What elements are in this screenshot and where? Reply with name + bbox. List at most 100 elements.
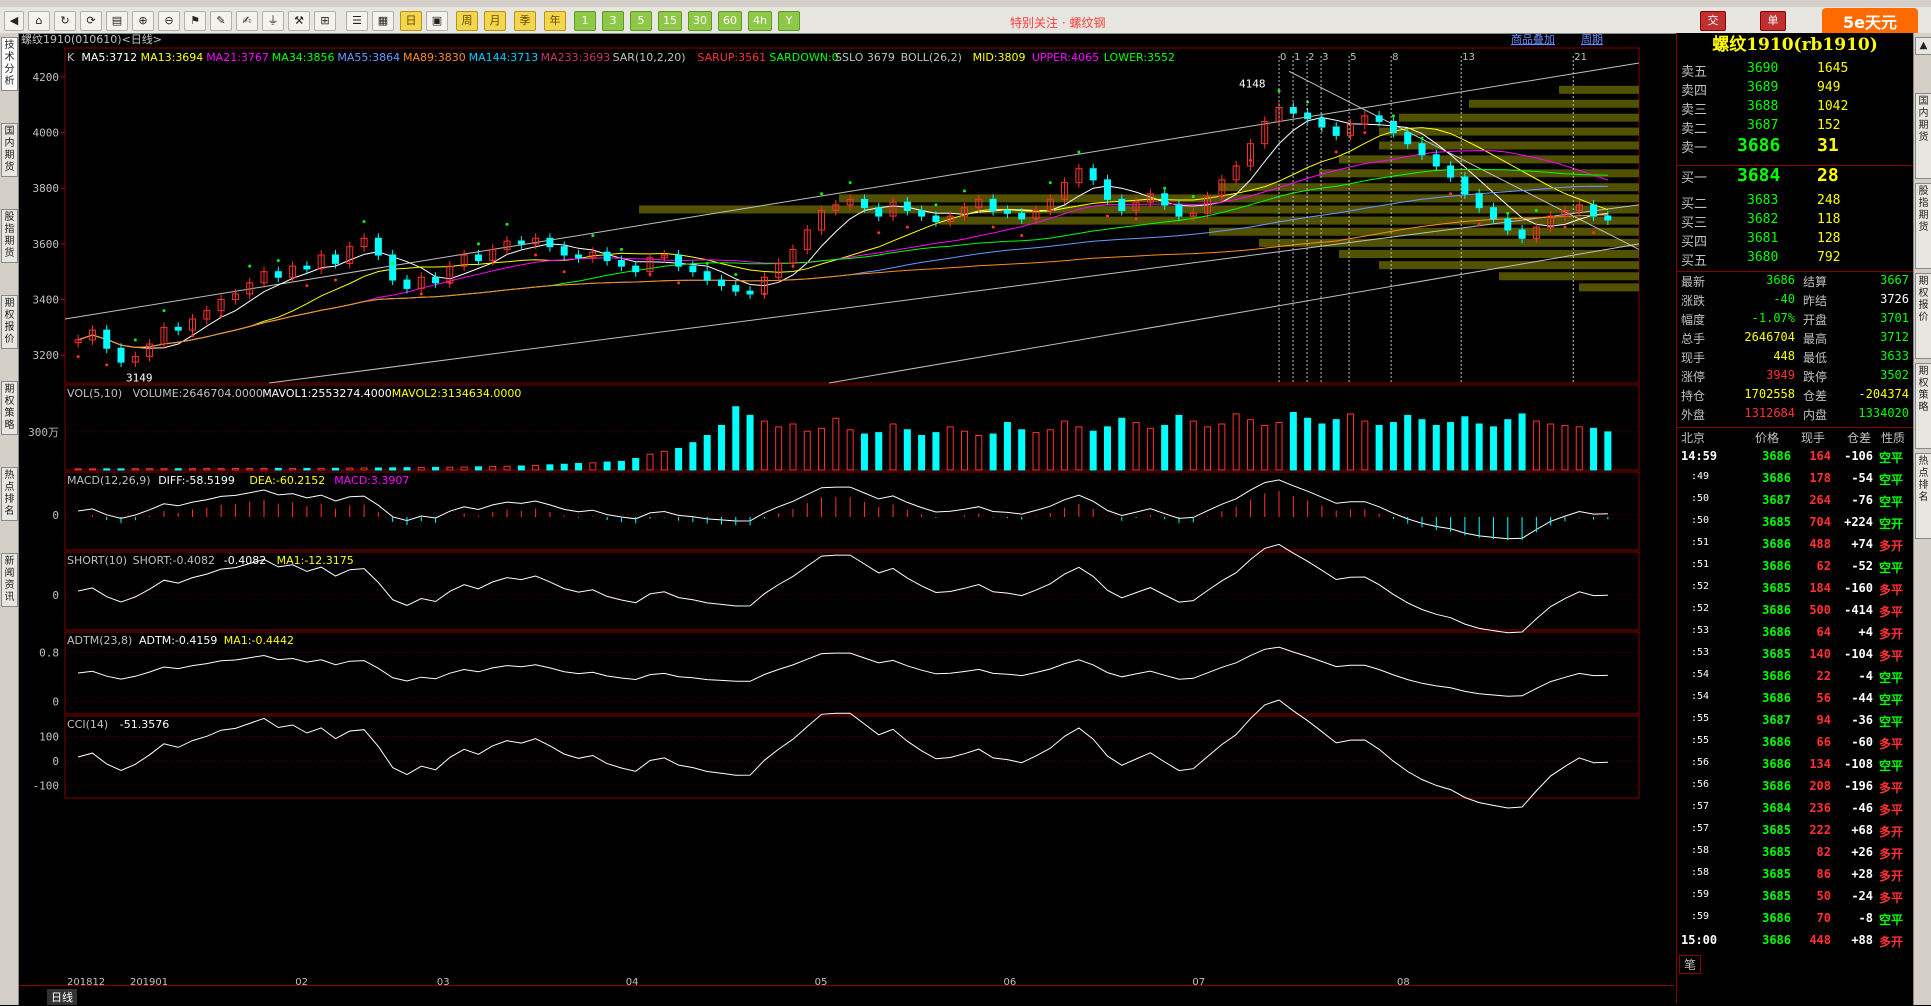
tick-row-6[interactable]: :52 3685 184 -160 多平: [1677, 581, 1913, 603]
home-icon[interactable]: ⌂: [28, 11, 50, 31]
period-week[interactable]: 周: [456, 11, 478, 31]
tick-row-16[interactable]: :57 3684 236 -46 多平: [1677, 801, 1913, 823]
tick-row-2[interactable]: :50 3687 264 -76 空平: [1677, 493, 1913, 515]
tick-row-15[interactable]: :56 3686 208 -196 多平: [1677, 779, 1913, 801]
flag-icon[interactable]: ⚑: [184, 11, 206, 31]
tab-hot-ranking[interactable]: 热点排名: [1, 467, 18, 521]
order-button[interactable]: 单: [1760, 11, 1786, 31]
buy-row-1[interactable]: 买二 3683 248: [1677, 193, 1913, 212]
period-1min[interactable]: 1: [574, 11, 596, 31]
tick-row-19[interactable]: :58 3685 86 +28 多开: [1677, 867, 1913, 889]
period-day-selected[interactable]: ▣: [426, 11, 448, 31]
sell-row-1[interactable]: 卖四 3689 949: [1677, 80, 1913, 99]
tick-row-8[interactable]: :53 3686 64 +4 多开: [1677, 625, 1913, 647]
sell-row-3[interactable]: 卖二 3687 152: [1677, 118, 1913, 137]
tick-row-9[interactable]: :53 3685 140 -104 多平: [1677, 647, 1913, 669]
tick-row-3[interactable]: :50 3685 704 +224 空开: [1677, 515, 1913, 537]
tick-diff: -8: [1858, 911, 1873, 925]
sub-short-label-1: SHORT:-0.4082: [133, 554, 215, 567]
tab-options-strategy[interactable]: 期权策略: [1, 381, 18, 435]
candle-body-2: [103, 329, 111, 349]
book-price: 3686: [1737, 135, 1781, 156]
tick-diff: -52: [1851, 559, 1873, 573]
chart-icon[interactable]: ▤: [106, 11, 128, 31]
buy-row-0[interactable]: 买一 3684 28: [1677, 165, 1913, 186]
tab-ticks[interactable]: 笔: [1679, 955, 1702, 974]
tick-row-14[interactable]: :56 3686 134 -108 空平: [1677, 757, 1913, 779]
tick-row-7[interactable]: :52 3686 500 -414 多平: [1677, 603, 1913, 625]
tick-volume: 140: [1809, 647, 1831, 661]
buy-row-2[interactable]: 买三 3682 118: [1677, 212, 1913, 231]
buy-sell-button[interactable]: 交: [1700, 11, 1726, 31]
tab-domestic-futures[interactable]: 国内期货: [1, 123, 18, 177]
tab-right-5[interactable]: 期权策略: [1915, 363, 1931, 449]
period-4h[interactable]: 4h: [748, 11, 772, 31]
period-year[interactable]: 年: [544, 11, 566, 31]
tab-right-3[interactable]: 股指期货: [1915, 183, 1931, 269]
list-icon[interactable]: ☰: [346, 11, 368, 31]
pencil-icon[interactable]: ✎: [210, 11, 232, 31]
stat-label: 开盘: [1803, 313, 1828, 327]
volume-bar-100: [1504, 419, 1512, 471]
tick-row-1[interactable]: :49 3686 178 -54 空平: [1677, 471, 1913, 493]
tab-technical-analysis[interactable]: 技术分析: [1, 37, 18, 91]
tick-row-17[interactable]: :57 3685 222 +68 多开: [1677, 823, 1913, 845]
refresh-icon[interactable]: ↻: [54, 11, 76, 31]
tick-row-21[interactable]: :59 3686 70 -8 空平: [1677, 911, 1913, 933]
tick-nature: 空平: [1879, 473, 1904, 487]
tick-header-volume: 现手: [1801, 431, 1826, 445]
tick-row-4[interactable]: :51 3686 488 +74 多开: [1677, 537, 1913, 559]
sar-dot-42: [677, 281, 681, 285]
tool-icon[interactable]: ⚒: [288, 11, 310, 31]
period-label[interactable]: 日线: [47, 989, 77, 1005]
zoom-in-icon[interactable]: ⊕: [132, 11, 154, 31]
buy-row-3[interactable]: 买四 3681 128: [1677, 231, 1913, 250]
tab-right-6[interactable]: 热点排名: [1915, 453, 1931, 539]
tick-row-20[interactable]: :59 3685 50 -24 多平: [1677, 889, 1913, 911]
stats-separator: [1677, 271, 1913, 272]
back-arrow-icon[interactable]: ◀: [4, 11, 24, 31]
sync-icon[interactable]: ⟳: [80, 11, 102, 31]
stat-label: 内盘: [1803, 408, 1828, 422]
tick-row-10[interactable]: :54 3686 22 -4 空平: [1677, 669, 1913, 691]
tick-row-11[interactable]: :54 3686 56 -44 空平: [1677, 691, 1913, 713]
grid-icon[interactable]: ⊞: [314, 11, 336, 31]
tick-row-13[interactable]: :55 3686 66 -60 多平: [1677, 735, 1913, 757]
period-15min[interactable]: 15: [658, 11, 682, 31]
tick-row-0[interactable]: 14:59 3686 164 -106 空平: [1677, 449, 1913, 471]
sell-row-4[interactable]: 卖一 3686 31: [1677, 135, 1913, 156]
period-quarter[interactable]: 季: [514, 11, 536, 31]
tick-row-5[interactable]: :51 3686 62 -52 空平: [1677, 559, 1913, 581]
trend-line-mid: [268, 204, 1640, 384]
x-tick-label-0: 201812: [67, 977, 105, 985]
trend-line-lower: [828, 243, 1640, 384]
sell-row-0[interactable]: 卖五 3690 1645: [1677, 61, 1913, 80]
tick-row-18[interactable]: :58 3685 82 +26 多开: [1677, 845, 1913, 867]
buy-row-4[interactable]: 买五 3680 792: [1677, 250, 1913, 269]
period-30min[interactable]: 30: [688, 11, 712, 31]
ticker-text[interactable]: 特别关注 · 螺纹钢: [1010, 14, 1105, 31]
period-60min[interactable]: 60: [718, 11, 742, 31]
period-month[interactable]: 月: [484, 11, 506, 31]
candle-body-45: [717, 279, 725, 287]
book-volume: 248: [1817, 193, 1841, 208]
table-icon[interactable]: ▦: [372, 11, 394, 31]
tick-row-22[interactable]: 15:00 3686 448 +88 多开: [1677, 933, 1913, 955]
tab-right-2[interactable]: 国内期货: [1915, 93, 1931, 179]
tab-news[interactable]: 新闻资讯: [1, 553, 18, 607]
edit-icon[interactable]: ✍: [236, 11, 258, 31]
tab-right-4[interactable]: 期权报价: [1915, 273, 1931, 359]
period-5min[interactable]: 5: [630, 11, 652, 31]
volume-bar-74: [1132, 422, 1140, 471]
zoom-out-icon[interactable]: ⊖: [158, 11, 180, 31]
sell-row-2[interactable]: 卖三 3688 1042: [1677, 99, 1913, 118]
tick-row-12[interactable]: :55 3687 94 -36 空平: [1677, 713, 1913, 735]
period-day[interactable]: 日: [400, 11, 422, 31]
chart-area[interactable]: 螺纹1910(010610)<日线> 商品叠加 周期 K MA5:3712 MA13:36…: [19, 33, 1674, 985]
tab-index-futures[interactable]: 股指期货: [1, 209, 18, 263]
period-3min[interactable]: 3: [602, 11, 624, 31]
tab-options-quote[interactable]: 期权报价: [1, 295, 18, 349]
period-custom[interactable]: Y: [778, 11, 800, 31]
filter-icon[interactable]: ⏚: [262, 11, 284, 31]
tab-right-1[interactable]: ▲: [1915, 37, 1931, 55]
